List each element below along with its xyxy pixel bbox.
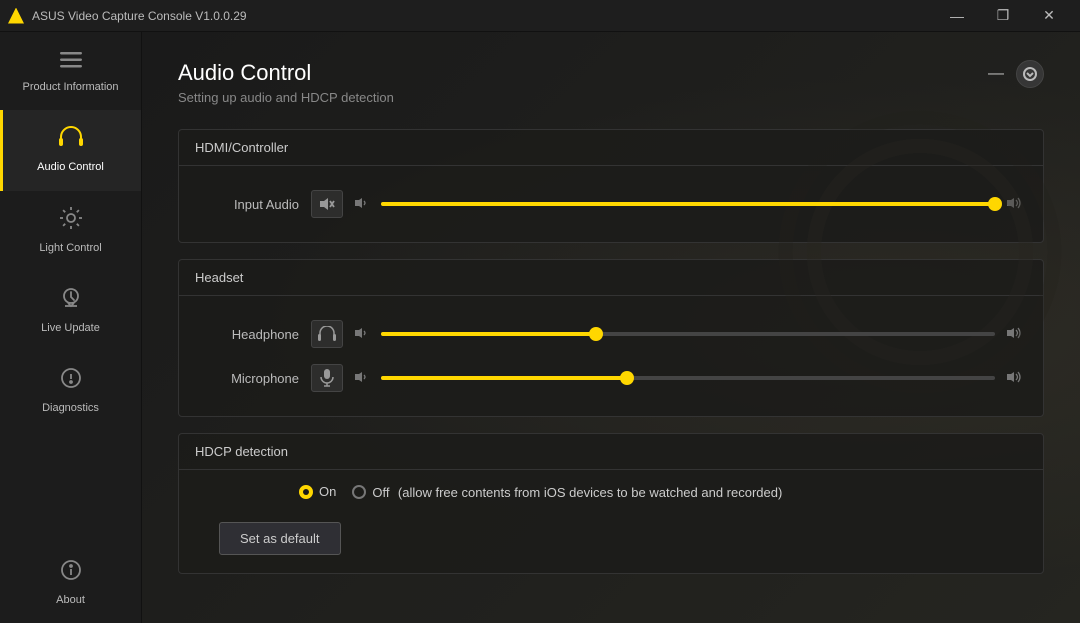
headset-section-header: Headset (179, 260, 1043, 296)
title-bar-left: ASUS Video Capture Console V1.0.0.29 (8, 8, 247, 24)
sidebar-item-label-audio: Audio Control (37, 160, 104, 174)
hdmi-section: HDMI/Controller Input Audio (178, 129, 1044, 243)
menu-icon (60, 48, 82, 74)
light-icon (60, 207, 82, 235)
hdmi-section-header: HDMI/Controller (179, 130, 1043, 166)
headset-section-body: Headphone (179, 296, 1043, 416)
hdcp-body: On Off (allow free contents from iOS dev… (179, 470, 1043, 573)
hdcp-radio-group: On Off (allow free contents from iOS dev… (199, 484, 782, 502)
input-audio-slider-thumb[interactable] (988, 197, 1002, 211)
header-controls: — (984, 60, 1044, 88)
input-audio-slider-track (381, 202, 995, 206)
sidebar-item-label-product: Product Information (23, 80, 119, 94)
input-audio-label: Input Audio (199, 197, 299, 212)
headset-section: Headset Headphone (178, 259, 1044, 417)
hdcp-off-group: Off (allow free contents from iOS device… (372, 484, 782, 502)
headphone-icon-btn[interactable] (311, 320, 343, 348)
headphone-slider-track (381, 332, 995, 336)
sidebar-item-about[interactable]: About (0, 543, 141, 623)
main-content: Audio Control Setting up audio and HDCP … (142, 32, 1080, 623)
window-controls: — ❐ ✕ (934, 0, 1072, 32)
close-button[interactable]: ✕ (1026, 0, 1072, 32)
sidebar: Product Information Audio Control (0, 32, 142, 623)
active-indicator (0, 110, 3, 190)
hdcp-options: On Off (allow free contents from iOS dev… (199, 484, 1023, 502)
microphone-vol-low-icon (355, 371, 369, 386)
radio-inner (303, 489, 309, 495)
input-audio-vol-low-icon (355, 197, 369, 212)
sidebar-item-label-light: Light Control (39, 241, 101, 255)
page-subtitle: Setting up audio and HDCP detection (178, 90, 394, 105)
headphone-slider-container (381, 332, 995, 336)
headphone-slider-fill (381, 332, 596, 336)
hdcp-on-option[interactable]: On (299, 484, 336, 499)
hdcp-description: (allow free contents from iOS devices to… (398, 485, 782, 500)
page-header: Audio Control Setting up audio and HDCP … (178, 60, 1044, 105)
hdcp-off-label: Off (372, 485, 389, 500)
microphone-slider-track (381, 376, 995, 380)
headphone-slider-thumb[interactable] (589, 327, 603, 341)
hdcp-off-radio[interactable] (352, 485, 366, 499)
hdcp-off-option[interactable]: Off (allow free contents from iOS device… (352, 484, 782, 502)
sidebar-item-label-live: Live Update (41, 321, 100, 335)
microphone-slider-container (381, 376, 995, 380)
app-title: ASUS Video Capture Console V1.0.0.29 (32, 9, 247, 23)
header-minimize-btn[interactable]: — (984, 65, 1008, 83)
sidebar-about-label: About (56, 593, 85, 607)
app-layout: Product Information Audio Control (0, 32, 1080, 623)
microphone-icon-btn[interactable] (311, 364, 343, 392)
title-bar: ASUS Video Capture Console V1.0.0.29 — ❐… (0, 0, 1080, 32)
minimize-button[interactable]: — (934, 0, 980, 32)
headphone-vol-low-icon (355, 327, 369, 342)
input-audio-slider-container (381, 202, 995, 206)
sidebar-item-diagnostics[interactable]: Diagnostics (0, 351, 141, 431)
hdcp-section: HDCP detection On (178, 433, 1044, 574)
hdcp-section-header: HDCP detection (179, 434, 1043, 470)
diagnostics-icon (60, 367, 82, 395)
microphone-label: Microphone (199, 371, 299, 386)
input-audio-vol-high-icon (1007, 197, 1023, 212)
page-title: Audio Control (178, 60, 394, 86)
input-audio-slider-fill (381, 202, 995, 206)
sidebar-item-product-information[interactable]: Product Information (0, 32, 141, 110)
download-icon (61, 287, 81, 315)
header-dropdown-btn[interactable] (1016, 60, 1044, 88)
hdcp-on-radio[interactable] (299, 485, 313, 499)
set-default-button[interactable]: Set as default (219, 522, 341, 555)
hdcp-on-label: On (319, 484, 336, 499)
input-audio-mute-btn[interactable] (311, 190, 343, 218)
sidebar-spacer (0, 431, 141, 542)
headphone-vol-high-icon (1007, 327, 1023, 342)
sidebar-item-label-diagnostics: Diagnostics (42, 401, 99, 415)
maximize-button[interactable]: ❐ (980, 0, 1026, 32)
microphone-slider-thumb[interactable] (620, 371, 634, 385)
sidebar-item-audio-control[interactable]: Audio Control (0, 110, 141, 190)
headphone-icon (59, 126, 83, 154)
input-audio-row: Input Audio (199, 182, 1023, 226)
microphone-vol-high-icon (1007, 371, 1023, 386)
asus-logo-icon (8, 8, 24, 24)
microphone-slider-fill (381, 376, 627, 380)
sidebar-item-light-control[interactable]: Light Control (0, 191, 141, 271)
hdmi-section-body: Input Audio (179, 166, 1043, 242)
about-icon (60, 559, 82, 587)
headphone-label: Headphone (199, 327, 299, 342)
headphone-row: Headphone (199, 312, 1023, 356)
page-title-area: Audio Control Setting up audio and HDCP … (178, 60, 394, 105)
microphone-row: Microphone (199, 356, 1023, 400)
sidebar-item-live-update[interactable]: Live Update (0, 271, 141, 351)
